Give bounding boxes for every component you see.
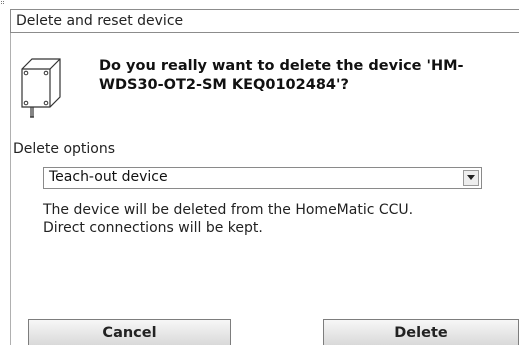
cancel-button[interactable]: Cancel xyxy=(28,319,231,345)
device-box-icon xyxy=(21,58,61,118)
delete-options-label: Delete options xyxy=(13,141,116,157)
delete-options-select[interactable]: Teach-out device xyxy=(43,167,482,189)
question-line-1: Do you really want to delete the device … xyxy=(99,58,464,74)
dialog-title: Delete and reset device xyxy=(16,13,184,29)
info-line-1: The device will be deleted from the Home… xyxy=(43,202,414,218)
dialog-content: Do you really want to delete the device … xyxy=(10,33,519,345)
delete-confirmation-question: Do you really want to delete the device … xyxy=(99,57,499,95)
delete-info-text: The device will be deleted from the Home… xyxy=(43,201,503,237)
selected-option: Teach-out device xyxy=(49,169,168,185)
delete-device-dialog: Delete and reset device Do you really wa… xyxy=(10,9,519,345)
resize-grip-icon xyxy=(1,1,4,4)
info-line-2: Direct connections will be kept. xyxy=(43,220,263,236)
dialog-title-bar: Delete and reset device xyxy=(10,9,519,33)
dropdown-arrow-button[interactable] xyxy=(463,170,479,186)
question-line-2: WDS30-OT2-SM KEQ0102484'? xyxy=(99,77,349,93)
delete-button[interactable]: Delete xyxy=(323,319,519,345)
chevron-down-icon xyxy=(467,175,475,180)
